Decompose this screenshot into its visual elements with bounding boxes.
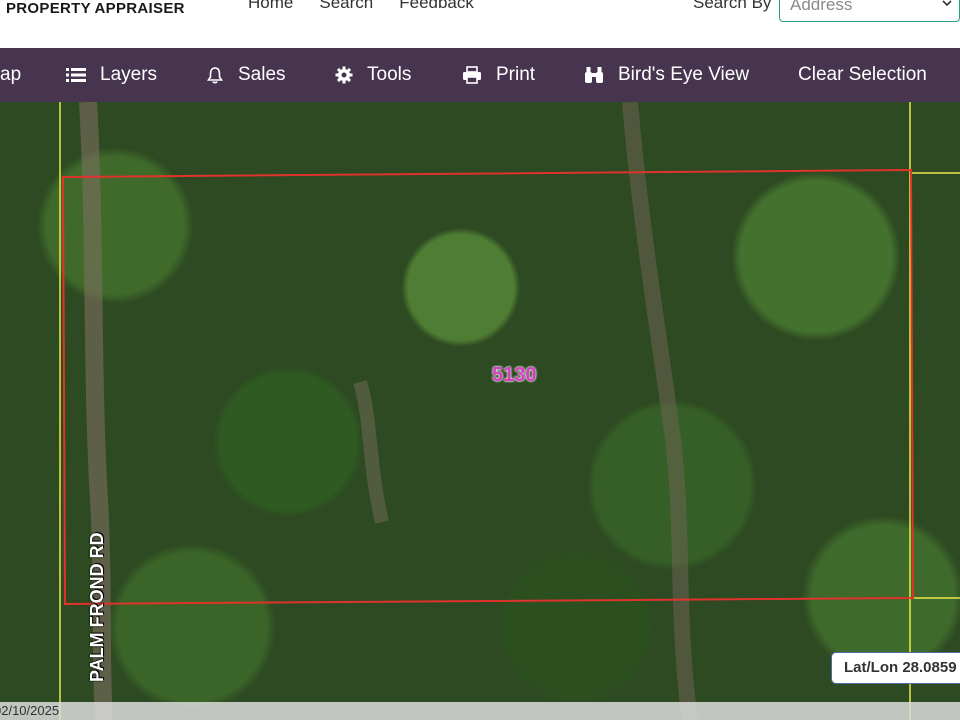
nav-search-link[interactable]: Search: [319, 0, 373, 13]
latlon-readout: Lat/Lon 28.0859: [831, 652, 960, 684]
toolbar-sales-button[interactable]: Sales: [206, 48, 286, 102]
nav-home-link[interactable]: Home: [248, 0, 293, 13]
bell-icon: [207, 67, 223, 84]
road-name-label: PALM FROND RD: [87, 532, 107, 682]
toolbar-tools-button[interactable]: Tools: [335, 48, 411, 102]
map-overlay: [59, 102, 960, 720]
toolbar-layers-label: Layers: [100, 64, 158, 85]
site-brand[interactable]: PROPERTY APPRAISER: [6, 0, 185, 17]
toolbar-sales-label: Sales: [238, 64, 286, 85]
toolbar-map-button[interactable]: ap: [0, 48, 21, 102]
imagery-date-bar: 02/10/2025: [0, 702, 960, 720]
toolbar-tools-label: Tools: [367, 64, 412, 85]
printer-icon: [463, 66, 481, 84]
dirt-trail: [353, 379, 389, 524]
map-toolbar: ap Layers Sales Tools Print Bird's Eye V…: [0, 48, 960, 102]
parcel-number-label: 5130: [492, 364, 537, 386]
nav-feedback-link[interactable]: Feedback: [399, 0, 474, 13]
binoculars-icon: [585, 67, 603, 83]
toolbar-birds-eye-label: Bird's Eye View: [618, 64, 750, 85]
clear-selection-button[interactable]: Clear Selection: [798, 48, 927, 102]
gear-icon: [335, 66, 353, 84]
list-icon: [66, 68, 86, 82]
toolbar-birds-eye-button[interactable]: Bird's Eye View: [584, 48, 749, 102]
toolbar-print-button[interactable]: Print: [462, 48, 535, 102]
search-by-value: Address: [790, 0, 853, 14]
aerial-map[interactable]: 5130 PALM FROND RD Lat/Lon 28.0859 02/10…: [0, 102, 960, 720]
chevron-down-icon: [942, 0, 952, 7]
app-header: PROPERTY APPRAISER Home Search Feedback …: [0, 0, 960, 48]
selected-parcel-outline[interactable]: [61, 168, 915, 606]
toolbar-print-label: Print: [496, 64, 536, 85]
toolbar-layers-button[interactable]: Layers: [66, 48, 157, 102]
dirt-trail: [622, 102, 698, 720]
toolbar-map-label: ap: [0, 64, 22, 85]
search-by-select[interactable]: Address: [779, 0, 960, 22]
top-nav: Home Search Feedback: [248, 0, 474, 13]
imagery-date: 02/10/2025: [0, 703, 60, 718]
clear-selection-label: Clear Selection: [798, 64, 927, 85]
search-by-label: Search By: [693, 0, 772, 12]
